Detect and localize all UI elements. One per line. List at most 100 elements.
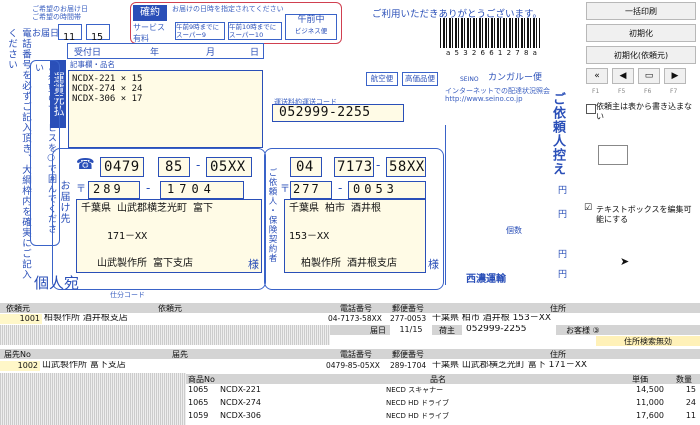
sender-table: 依頼元 依頼元 電話番号 郵便番号 住所 1001 柏製作所 酒井根支店 04-…	[0, 303, 700, 347]
address-search-toggle[interactable]: 住所検索無効	[596, 336, 700, 346]
hatched-area	[0, 325, 330, 345]
order-header: 受付日 年 月 日	[67, 43, 264, 59]
col-header: 届先No	[4, 350, 31, 359]
zip-icon: 〒	[76, 184, 86, 195]
option1-checkbox[interactable]	[586, 104, 596, 114]
item-name[interactable]: NECD スキャナー	[386, 385, 586, 395]
url-label: http://www.seino.co.jp	[445, 95, 523, 103]
col-header: 品名	[430, 375, 446, 384]
delivery-date-header: 届日	[330, 325, 390, 335]
item-no[interactable]: 1065	[188, 398, 218, 408]
item-line: NCDX-221 × 15	[72, 74, 143, 84]
to-phone3-field[interactable]: 05XX	[206, 157, 252, 177]
col-header: 数量	[676, 375, 692, 384]
delivery-date-value[interactable]: 11/15	[392, 325, 430, 335]
delivery-date-label: お届日	[32, 29, 60, 39]
hatched-area	[0, 373, 186, 425]
from-address-field[interactable]: 千葉県 柏市 酒井根 153－XX 柏製作所 酒井根支店	[284, 199, 426, 273]
recipient-name[interactable]: 山武製作所 富下支店	[42, 361, 324, 371]
nav-key-label: F5	[618, 88, 626, 95]
item-code[interactable]: NCDX-221	[220, 385, 380, 395]
air-option[interactable]: 航空便	[366, 72, 398, 86]
recipient-label: お届け先	[58, 180, 69, 224]
col-header: 郵便番号	[392, 350, 424, 359]
col-header: 依頼元	[6, 304, 30, 313]
item-qty[interactable]: 11	[668, 411, 696, 421]
item-code[interactable]: NCDX-306	[220, 411, 380, 421]
confirm-badge: 確約	[133, 5, 167, 21]
print-all-button[interactable]: 一括印刷	[586, 2, 696, 20]
from-phone2-field[interactable]: 7173	[334, 157, 374, 177]
item-qty[interactable]: 15	[668, 385, 696, 395]
items-field[interactable]: NCDX-221 × 15 NCDX-274 × 24 NCDX-306 × 1…	[68, 70, 263, 148]
nav-key-label: F7	[670, 88, 678, 95]
option1-label: 依頼主は表から書き込まない	[596, 102, 692, 121]
to-address-field[interactable]: 千葉県 山武郡横芝光町 富下 171－XX 山武製作所 富下支店	[76, 199, 262, 273]
sender-address[interactable]: 千葉県 柏市 酒井根 153－XX	[432, 314, 700, 324]
prev-record-button[interactable]: ◀	[612, 68, 634, 84]
sender-phone[interactable]: 04-7173-58XX	[328, 314, 388, 324]
shipper-code[interactable]: 052999-2255	[466, 325, 554, 335]
item-no[interactable]: 1065	[188, 385, 218, 395]
sender-id[interactable]: 1001	[0, 314, 42, 324]
option-super9[interactable]: 午前9時までに スーパー9	[175, 22, 225, 40]
time-note: お届けの日時を指定されてください	[172, 5, 284, 13]
init-button[interactable]: 初期化	[586, 24, 696, 42]
service-label: サービス有料	[133, 23, 165, 43]
toll-field[interactable]: 052999-2255	[272, 104, 404, 122]
to-zip1-field[interactable]: 289	[88, 181, 140, 199]
init-sender-button[interactable]: 初期化(依頼元)	[586, 46, 696, 64]
to-phone1-field[interactable]: 0479	[100, 157, 144, 177]
dash: -	[338, 181, 343, 195]
to-zip2-field[interactable]: 1704	[160, 181, 244, 199]
from-phone3-field[interactable]: 58XX	[386, 157, 426, 177]
items-label: 記事欄・品名	[70, 60, 115, 69]
sender-zip[interactable]: 277-0053	[390, 314, 430, 324]
col-header: 郵便番号	[392, 304, 424, 313]
nav-key-label: F6	[644, 88, 652, 95]
recipient-address[interactable]: 千葉県 山武郡横芝光町 富下 171－XX	[432, 361, 700, 371]
sort-code-label: 仕分コード	[110, 291, 145, 299]
from-zip2-field[interactable]: 0053	[348, 181, 426, 199]
personal-label: 個人宛	[34, 274, 80, 292]
recipient-zip[interactable]: 289-1704	[390, 361, 430, 371]
item-qty[interactable]: 24	[668, 398, 696, 408]
record-number-box[interactable]	[598, 145, 628, 165]
dash: -	[376, 158, 381, 172]
kangaroo-label: カンガルー便	[488, 73, 543, 83]
next-record-button[interactable]: ▶	[664, 68, 686, 84]
dash: -	[196, 158, 201, 172]
col-header: 依頼元	[158, 304, 182, 313]
recipient-id[interactable]: 1002	[0, 361, 40, 371]
option-super10[interactable]: 午前10時までに スーパー10	[228, 22, 282, 40]
request-time-label: ご希望の時間帯	[32, 13, 81, 21]
new-record-button[interactable]: ▭	[638, 68, 660, 84]
item-code[interactable]: NCDX-274	[220, 398, 380, 408]
item-price[interactable]: 14,500	[620, 385, 664, 395]
first-record-button[interactable]: «	[586, 68, 608, 84]
recipient-table: 届先No 届先 電話番号 郵便番号 住所 1002 山武製作所 富下支店 047…	[0, 349, 700, 425]
zip-icon: 〒	[280, 184, 290, 195]
fragile-option[interactable]: 高価品便	[402, 72, 438, 86]
option2-checkbox[interactable]: ☑	[584, 203, 592, 213]
customer-header: お客様 ③	[556, 325, 700, 335]
delivery-month-field[interactable]: 11	[58, 24, 82, 43]
delivery-day-field[interactable]: 15	[86, 24, 110, 43]
item-price[interactable]: 17,600	[620, 411, 664, 421]
from-phone1-field[interactable]: 04	[290, 157, 322, 177]
seino-logo: SEINO	[460, 76, 479, 83]
recipient-phone[interactable]: 0479-85-05XX	[326, 361, 388, 371]
item-name[interactable]: NECD HD ドライブ	[386, 398, 586, 408]
option-am[interactable]: 午前中 ビジネス便	[285, 14, 337, 40]
item-no[interactable]: 1059	[188, 411, 218, 421]
mouse-cursor-icon: ➤	[620, 255, 630, 268]
col-header: 住所	[550, 304, 566, 313]
to-phone2-field[interactable]: 85	[158, 157, 190, 177]
item-price[interactable]: 11,000	[620, 398, 664, 408]
control-panel: 一括印刷 初期化 初期化(依頼元) « ◀ ▭ ▶ F1 F5 F6 F7 依頼…	[582, 0, 700, 302]
barcode	[440, 18, 540, 48]
item-name[interactable]: NECD HD ドライブ	[386, 411, 586, 421]
col-header: 電話番号	[340, 350, 372, 359]
sender-name[interactable]: 柏製作所 酒井根支店	[44, 314, 326, 324]
from-zip1-field[interactable]: 277	[290, 181, 332, 199]
